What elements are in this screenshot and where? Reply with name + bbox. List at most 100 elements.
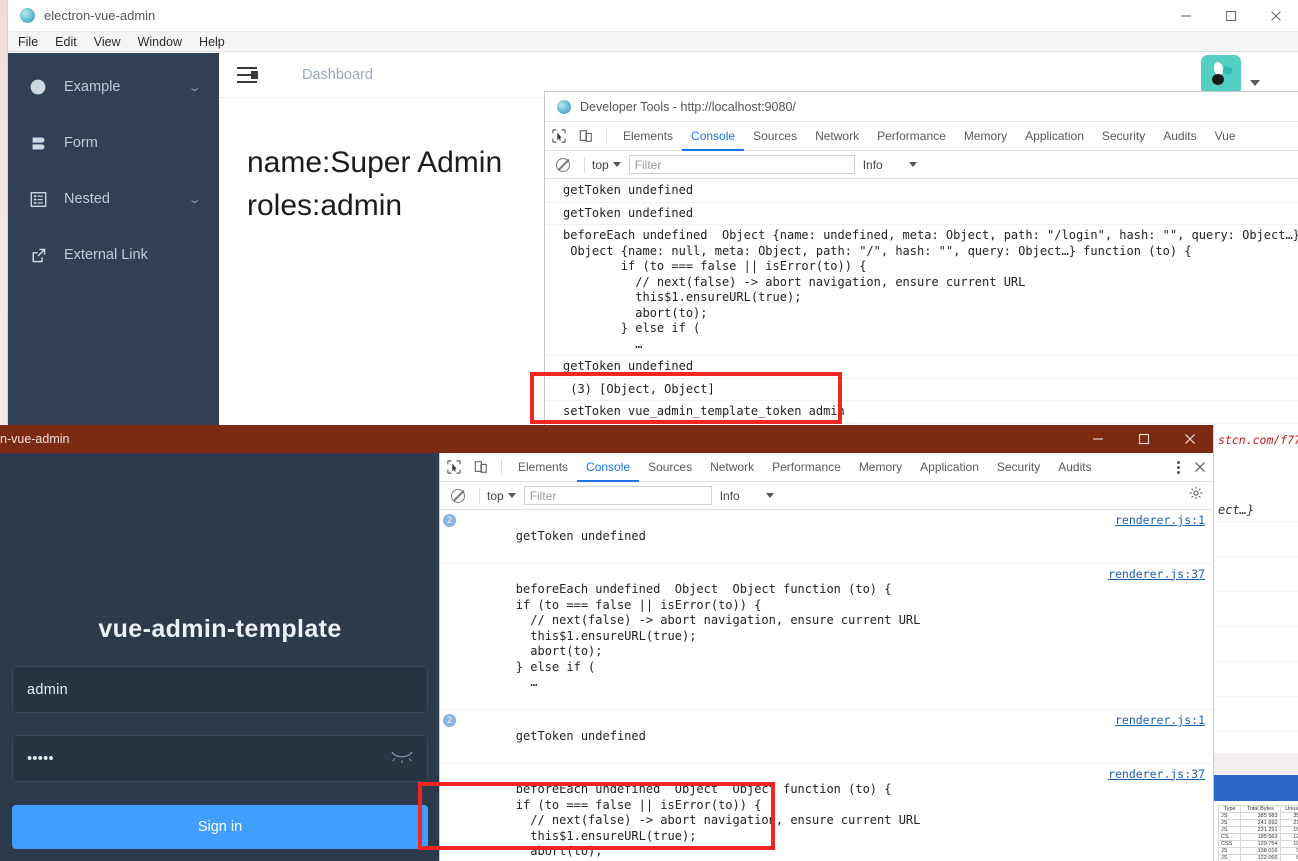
sidebar-label-form: Form (64, 135, 98, 151)
sidebar-label-nested: Nested (64, 191, 110, 207)
chevron-down-icon (908, 162, 917, 167)
sign-in-button[interactable]: Sign in (12, 805, 428, 849)
screenshot-root: 密码重置年↑清理b说明 electron-vue-admin File Edit (0, 0, 1298, 861)
eye-off-icon[interactable] (391, 750, 413, 767)
inspect-element-icon[interactable] (545, 122, 572, 151)
console-source-link[interactable]: renderer.js:37 (1108, 567, 1205, 583)
window1-titlebar: electron-vue-admin (8, 0, 1298, 32)
console-level-selector[interactable]: Info (863, 158, 917, 172)
console-filter-input[interactable]: Filter (628, 155, 855, 174)
devtools2-tab-console[interactable]: Console (577, 453, 639, 482)
inspect-element-icon[interactable] (440, 453, 467, 482)
devtools-window-bottom: Elements Console Sources Network Perform… (440, 453, 1213, 861)
console-row: setToken vue_admin_template_token admin (545, 401, 1298, 424)
minimize-icon[interactable] (1163, 0, 1208, 32)
devtools1-tab-network[interactable]: Network (806, 122, 868, 151)
devtools2-tab-network[interactable]: Network (701, 453, 763, 482)
devtools2-tab-performance[interactable]: Performance (763, 453, 850, 482)
user-avatar[interactable] (1201, 55, 1241, 95)
username-field[interactable]: admin (12, 666, 428, 713)
devtools1-console-toolbar: top Filter Info (545, 151, 1298, 179)
external-link-icon (28, 245, 48, 265)
console-level-selector[interactable]: Info (720, 489, 774, 503)
console-row: (3) [Object, Object] (545, 379, 1298, 401)
sidebar-item-form[interactable]: Form (8, 115, 219, 171)
list-icon (28, 189, 48, 209)
background-url-fragment: stcn.com/f778 (1218, 433, 1298, 447)
table-row: JS122 06661 3 (1217, 854, 1298, 861)
password-field[interactable]: ••••• (12, 735, 428, 782)
menu-file[interactable]: File (18, 35, 38, 49)
console-row: 2 getToken undefined renderer.js:1 (440, 710, 1213, 764)
console-source-link[interactable]: renderer.js:37 (1108, 767, 1205, 783)
close-icon[interactable] (1167, 425, 1213, 453)
toolbar-divider (606, 128, 607, 144)
login-heading: vue-admin-template (98, 615, 342, 643)
menu-help[interactable]: Help (199, 35, 225, 49)
maximize-icon[interactable] (1208, 0, 1253, 32)
devtools1-tab-application[interactable]: Application (1016, 122, 1093, 151)
devtools1-tab-console[interactable]: Console (682, 122, 744, 151)
console-row-text: beforeEach undefined Object Object funct… (515, 782, 921, 861)
close-icon[interactable] (1253, 0, 1298, 32)
devtools2-tab-elements[interactable]: Elements (509, 453, 577, 482)
devtools2-tab-sources[interactable]: Sources (639, 453, 701, 482)
sidebar-label-example: Example (64, 79, 121, 95)
avatar-dropdown[interactable] (1201, 55, 1260, 95)
devtools1-tab-audits[interactable]: Audits (1154, 122, 1205, 151)
menubar: File Edit View Window Help (8, 32, 1298, 52)
menu-window[interactable]: Window (138, 35, 182, 49)
chevron-down-icon: ⌄ (187, 193, 202, 206)
device-toolbar-icon[interactable] (572, 122, 599, 151)
devtools2-tab-audits[interactable]: Audits (1049, 453, 1100, 482)
devtools1-tab-memory[interactable]: Memory (955, 122, 1016, 151)
menu-view[interactable]: View (94, 35, 121, 49)
minimize-icon[interactable] (1075, 425, 1121, 453)
clear-console-icon[interactable] (451, 488, 465, 503)
console-context-selector[interactable]: top (487, 489, 516, 503)
devtools1-tab-security[interactable]: Security (1093, 122, 1154, 151)
table-row: JS385 983350 3 (1217, 812, 1298, 820)
devtools1-tab-vue[interactable]: Vue (1206, 122, 1245, 151)
devtools1-tab-elements[interactable]: Elements (614, 122, 682, 151)
device-toolbar-icon[interactable] (467, 453, 494, 482)
sidebar-item-external-link[interactable]: External Link (8, 227, 219, 283)
settings-gear-icon[interactable] (1189, 486, 1203, 505)
console-row: 2 getToken undefined renderer.js:1 (440, 510, 1213, 564)
sidebar-item-example[interactable]: Example ⌄ (8, 59, 219, 115)
console-source-link[interactable]: renderer.js:1 (1115, 713, 1205, 729)
close-icon[interactable] (1186, 453, 1213, 482)
devtools2-tab-security[interactable]: Security (988, 453, 1049, 482)
devtools2-tab-memory[interactable]: Memory (850, 453, 911, 482)
more-options-icon[interactable] (1170, 460, 1186, 474)
window2-title: n-vue-admin (0, 432, 70, 446)
background-object-fragment: ect…} (1218, 503, 1255, 517)
devtools2-tab-application[interactable]: Application (911, 453, 988, 482)
sidebar-item-nested[interactable]: Nested ⌄ (8, 171, 219, 227)
chevron-down-icon (765, 493, 774, 498)
background-console-lines (1214, 521, 1298, 753)
devtools-favicon-icon (557, 99, 571, 114)
toolbar-divider (501, 459, 502, 475)
hamburger-icon[interactable] (237, 67, 258, 83)
sidebar: Example ⌄ Form Nested ⌄ External Link (8, 53, 219, 425)
devtools2-console-toolbar: top Filter Info (440, 482, 1213, 510)
coverage-header-unused: Unused (1279, 805, 1298, 813)
console-source-link[interactable]: renderer.js:1 (1115, 513, 1205, 529)
devtools1-tabbar: Elements Console Sources Network Perform… (545, 122, 1298, 151)
devtools1-tab-sources[interactable]: Sources (744, 122, 806, 151)
username-value: admin (27, 681, 68, 698)
devtools2-console-output[interactable]: 2 getToken undefined renderer.js:1 beforeE… (440, 510, 1213, 861)
chevron-down-icon (612, 162, 621, 167)
devtools1-title: Developer Tools - http://localhost:9080/ (580, 99, 796, 114)
breadcrumb[interactable]: Dashboard (302, 67, 373, 83)
menu-edit[interactable]: Edit (55, 35, 77, 49)
repeat-count-badge: 2 (443, 514, 456, 527)
console-filter-input[interactable]: Filter (523, 486, 712, 505)
clear-console-icon[interactable] (556, 157, 570, 172)
app-favicon-icon (20, 8, 35, 23)
devtools1-tab-performance[interactable]: Performance (868, 122, 955, 151)
console-context-selector[interactable]: top (592, 158, 621, 172)
devtools1-console-output[interactable]: getToken undefined getToken undefined be… (545, 180, 1298, 425)
maximize-icon[interactable] (1121, 425, 1167, 453)
